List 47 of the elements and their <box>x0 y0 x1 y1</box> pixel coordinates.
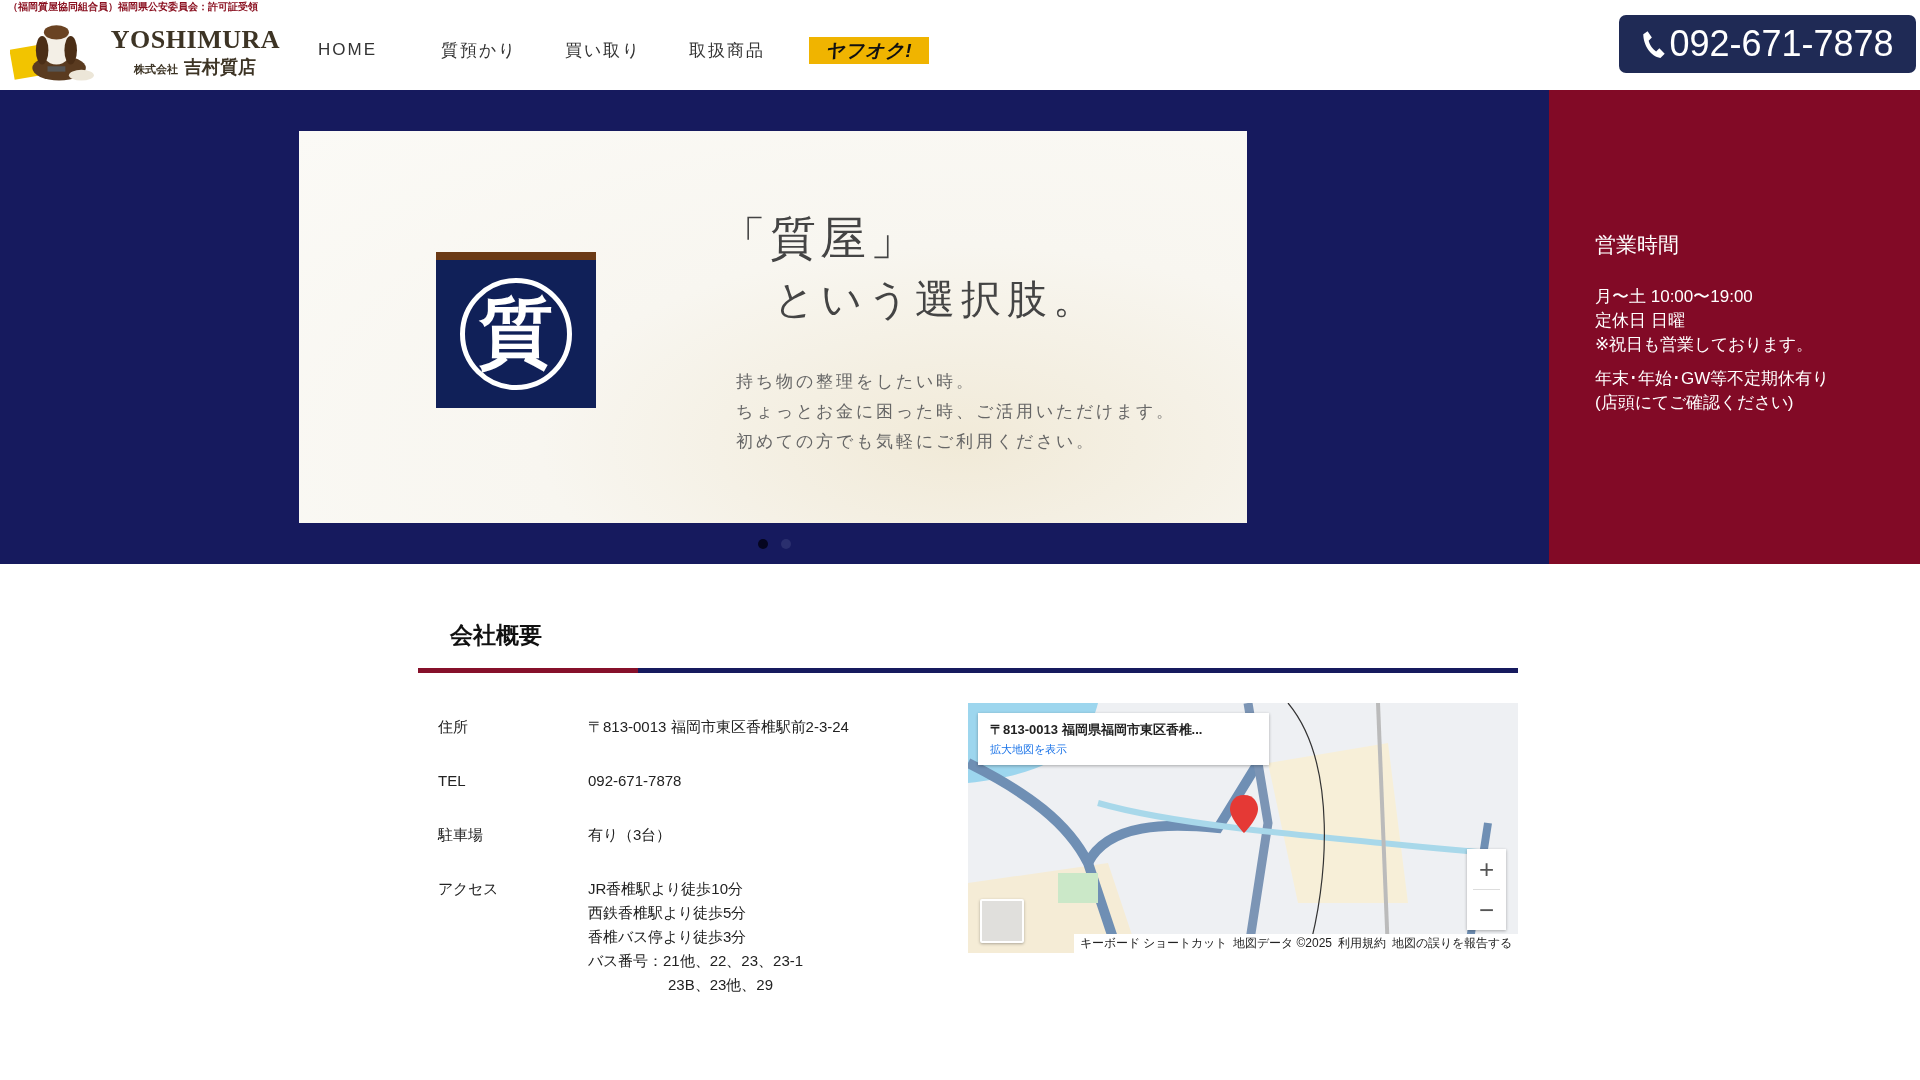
info-value: 092-671-7878 <box>588 771 682 791</box>
auction-button[interactable]: ヤフオク! <box>809 36 929 64</box>
info-value: 有り（3台） <box>588 825 672 845</box>
street-view-button[interactable] <box>980 899 1024 943</box>
slide-text: ちょっとお金に困った時、ご活用いただけます。 <box>736 400 1176 423</box>
phone-icon <box>1641 29 1668 59</box>
info-value: JR香椎駅より徒歩10分 <box>588 879 745 899</box>
nav-link[interactable]: 買い取り <box>541 38 665 62</box>
map-address: 〒813-0013 福岡県福岡市東区香椎... <box>990 721 1204 739</box>
logo-name: YOSHIMURA <box>110 25 280 55</box>
info-value: 〒813-0013 福岡市東区香椎駅前2-3-24 <box>588 717 849 737</box>
slide-text: 持ち物の整理をしたい時。 <box>736 370 977 393</box>
info-label: 駐車場 <box>438 825 484 845</box>
nav-link[interactable]: 取扱商品 <box>665 38 789 62</box>
map-footer-link[interactable]: 地図の誤りを報告する <box>1392 935 1512 952</box>
hours-title: 営業時間 <box>1595 232 1680 258</box>
logo-company-name: 吉村質店 <box>184 56 257 79</box>
logo-company-type: 株式会社 <box>134 62 179 77</box>
info-value: 23B、23他、29 <box>667 975 775 995</box>
info-value: 西鉄香椎駅より徒歩5分 <box>588 903 748 923</box>
larger-map-link[interactable]: 拡大地図を表示 <box>990 742 1067 757</box>
hours-text: 定休日 日曜 <box>1595 310 1686 332</box>
info-label: 住所 <box>438 717 469 737</box>
hours-text: 月〜土 10:00〜19:00 <box>1595 286 1754 308</box>
hours-note: 年末･年始･GW等不定期休有り <box>1595 368 1831 390</box>
slide-heading: という選択肢。 <box>774 275 1100 324</box>
section-title: 会社概要 <box>449 621 543 650</box>
hours-text: ※祝日も営業しております。 <box>1595 334 1815 356</box>
slider-dot[interactable] <box>758 539 768 549</box>
zoom-in-button[interactable]: + <box>1467 849 1506 889</box>
phone-button[interactable]: 092-671-7878 <box>1619 15 1916 73</box>
map-footer-link[interactable]: 利用規約 <box>1338 935 1386 952</box>
zoom-out-button[interactable]: − <box>1467 890 1506 930</box>
hours-note: (店頭にてご確認ください) <box>1595 392 1795 414</box>
map-footer-link[interactable]: キーボード ショートカット <box>1079 935 1228 952</box>
map-footer-link[interactable]: 地図データ ©2025 <box>1233 935 1332 952</box>
slide-heading: 「質屋」 <box>720 211 921 266</box>
map[interactable]: 〒813-0013 福岡県福岡市東区香椎... 拡大地図を表示 + − キーボード ショートカット 地図データ ©2025 利用規約 地図の誤りを報告する <box>968 703 1518 953</box>
nav-link[interactable]: HOME <box>280 40 417 60</box>
noren-emblem: 質 <box>460 278 572 390</box>
license-notice: （福岡質屋協同組合員）福岡県公安委員会：許可証受領 <box>8 0 258 14</box>
info-label: TEL <box>438 771 467 791</box>
info-value: 香椎バス停より徒歩3分 <box>588 927 748 947</box>
info-value: バス番号：21他、22、23、23-1 <box>588 951 804 971</box>
nav-link[interactable]: 質預かり <box>417 38 541 62</box>
info-label: アクセス <box>438 879 499 899</box>
slide-text: 初めての方でも気軽にご利用ください。 <box>736 430 1097 453</box>
